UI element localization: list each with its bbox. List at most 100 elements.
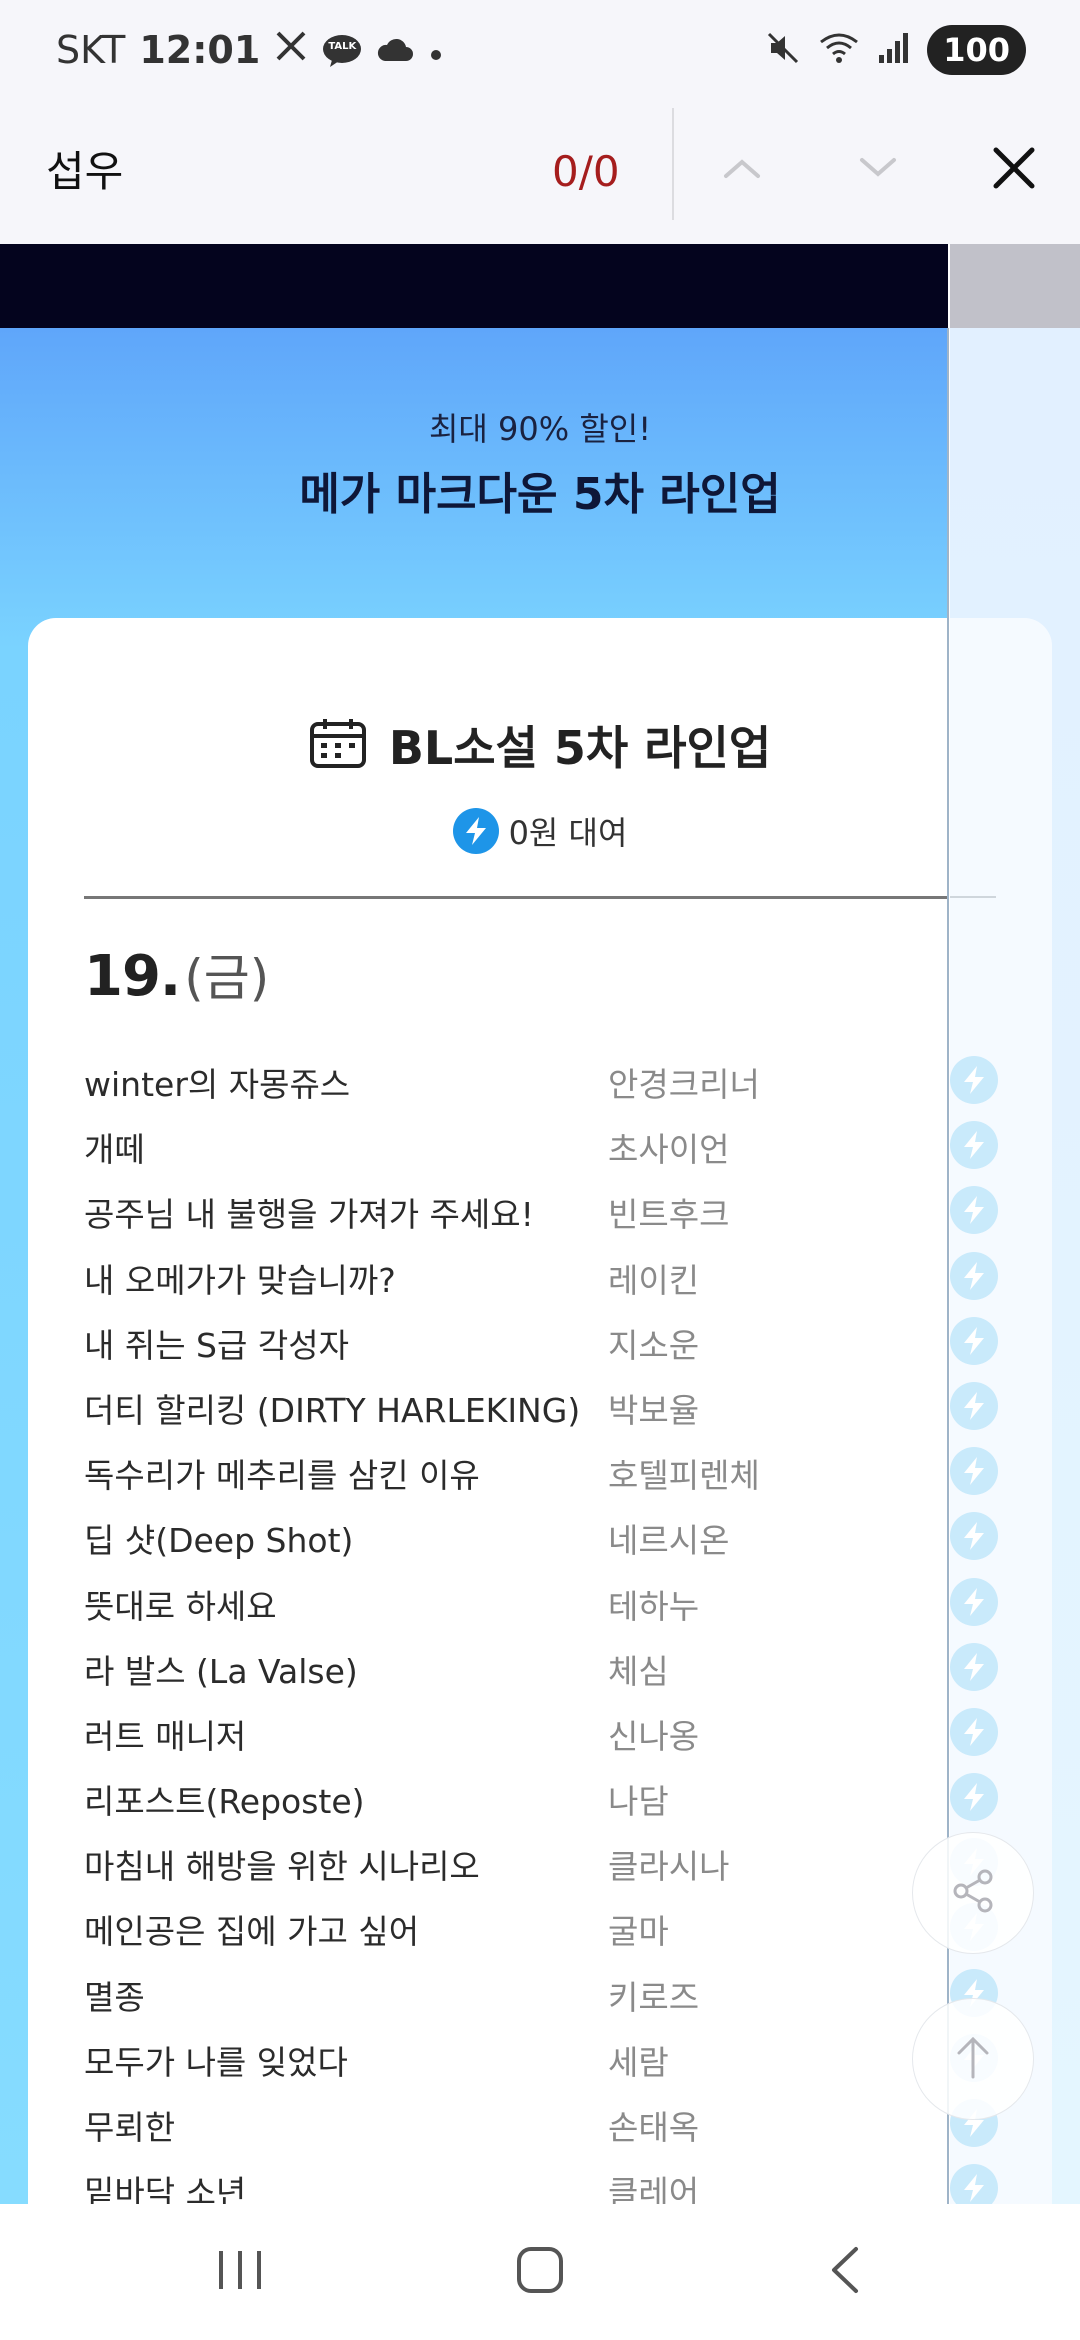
book-author: 테하누: [608, 1586, 700, 1626]
home-button[interactable]: [490, 2232, 590, 2312]
calendar-icon: [309, 717, 367, 773]
book-title[interactable]: 더티 할리킹 (DIRTY HARLEKING): [84, 1384, 580, 1432]
carrier-label: SKT: [56, 28, 126, 72]
book-row[interactable]: 라 발스 (La Valse) 체심: [84, 1639, 1004, 1704]
book-title[interactable]: 내 쥐는 S급 각성자: [84, 1319, 349, 1367]
book-author: 손태옥: [608, 2108, 700, 2147]
book-title[interactable]: winter의 자몽쥬스: [84, 1058, 350, 1106]
lightning-icon: [950, 1512, 998, 1561]
lineup-title: BL소설 5차 라인업: [388, 721, 772, 775]
book-author: 레이킨: [608, 1260, 700, 1300]
book-title[interactable]: 러트 매니저: [84, 1710, 246, 1758]
status-right: 100: [765, 24, 1026, 76]
book-row[interactable]: 개떼 초사이언: [84, 1117, 1004, 1182]
chevron-up-icon: [722, 156, 762, 184]
previous-match-button[interactable]: [702, 130, 782, 210]
book-title[interactable]: 모두가 나를 잊었다: [84, 2036, 348, 2084]
recent-apps-button[interactable]: [190, 2232, 290, 2312]
home-icon: [515, 2245, 565, 2299]
date-number: 19.: [84, 944, 181, 1009]
book-row[interactable]: 내 쥐는 S급 각성자 지소운: [84, 1313, 1004, 1378]
date-heading: 19. (금): [84, 938, 269, 1010]
book-author: 네르시온: [608, 1521, 730, 1561]
book-list: winter의 자몽쥬스 안경크리너개떼 초사이언공주님 내 불행을 가져가 주세요…: [84, 1052, 1004, 2204]
top-dark-banner: [0, 244, 948, 328]
lightning-icon: [950, 1707, 998, 1756]
book-row[interactable]: 딥 샷(Deep Shot) 네르시온: [84, 1508, 1004, 1573]
kakaotalk-icon: TALK: [322, 33, 362, 67]
talk-badge-label: TALK: [328, 41, 357, 52]
back-button[interactable]: [794, 2232, 894, 2312]
clock: 12:01: [139, 28, 261, 72]
lightning-icon: [950, 1316, 998, 1365]
lightning-icon: [950, 1642, 998, 1691]
rental-badge-row: 0원 대여: [0, 808, 1080, 854]
book-title[interactable]: 개떼: [84, 1123, 145, 1171]
book-row[interactable]: 멸종 키로즈: [84, 1965, 1004, 2030]
book-author: 초사이언: [608, 1130, 730, 1170]
book-author: 안경크리너: [608, 1065, 760, 1104]
book-title[interactable]: 공주님 내 불행을 가져가 주세요!: [84, 1188, 534, 1236]
lightning-icon: [950, 1381, 998, 1430]
status-left: SKT 12:01 TALK: [56, 24, 444, 76]
book-title[interactable]: 내 오메가가 맞습니까?: [84, 1254, 396, 1302]
book-author: 나담: [608, 1782, 669, 1822]
book-title[interactable]: 밑바닥 소년: [84, 2166, 246, 2204]
book-author: 클레어: [608, 2173, 700, 2204]
find-divider: [672, 108, 674, 220]
book-title[interactable]: 독수리가 메추리를 삼킨 이유: [84, 1449, 480, 1497]
lightning-icon: [950, 1056, 998, 1104]
book-title[interactable]: 뜻대로 하세요: [84, 1580, 277, 1628]
scroll-to-top-button[interactable]: [912, 1998, 1034, 2120]
lightning-icon: [452, 808, 499, 854]
book-row[interactable]: 리포스트(Reposte) 나담: [84, 1769, 1004, 1834]
match-count: 0/0: [552, 147, 620, 196]
share-button[interactable]: [912, 1832, 1034, 1954]
lightning-icon: [950, 1121, 998, 1170]
section-divider-side: [950, 896, 996, 898]
book-author: 체심: [608, 1651, 669, 1691]
book-author: 지소운: [608, 1325, 700, 1365]
book-author: 신나옹: [608, 1716, 700, 1756]
top-dark-banner-side: [950, 244, 1080, 328]
book-row[interactable]: 독수리가 메추리를 삼킨 이유 호텔피렌체: [84, 1443, 1004, 1508]
close-icon: [992, 146, 1036, 194]
book-row[interactable]: 공주님 내 불행을 가져가 주세요! 빈트후크: [84, 1182, 1004, 1247]
lightning-icon: [950, 1251, 998, 1300]
book-author: 세람: [608, 2042, 669, 2082]
status-bar: SKT 12:01 TALK 100: [0, 0, 1080, 100]
book-author: 클라시나: [608, 1847, 730, 1887]
book-title[interactable]: 마침내 해방을 위한 시나리오: [84, 1840, 480, 1888]
book-row[interactable]: 뜻대로 하세요 테하누: [84, 1574, 1004, 1639]
book-title[interactable]: 메인공은 집에 가고 싶어: [84, 1905, 419, 1953]
book-row[interactable]: 더티 할리킹 (DIRTY HARLEKING) 박보율: [84, 1378, 1004, 1443]
book-title[interactable]: 무뢰한: [84, 2101, 175, 2149]
book-title[interactable]: 멸종: [84, 1971, 145, 2019]
promo-title: 메가 마크다운 5차 라인업: [299, 469, 781, 520]
recent-apps-icon: [215, 2247, 265, 2297]
find-input[interactable]: 섭우: [46, 100, 123, 244]
lightning-icon: [950, 1773, 998, 1822]
book-author: 키로즈: [608, 1977, 700, 2017]
lightning-icon: [950, 1577, 998, 1626]
book-row[interactable]: 밑바닥 소년 클레어: [84, 2160, 1004, 2204]
share-icon: [949, 1867, 997, 1919]
book-title[interactable]: 딥 샷(Deep Shot): [84, 1514, 353, 1562]
close-find-button[interactable]: [974, 130, 1054, 210]
cloud-icon: [376, 28, 414, 72]
book-author: 박보율: [608, 1390, 700, 1430]
next-match-button[interactable]: [838, 130, 918, 210]
lightning-icon: [950, 2164, 998, 2204]
book-title[interactable]: 라 발스 (La Valse): [84, 1645, 358, 1693]
lineup-header: BL소설 5차 라인업: [0, 712, 1080, 778]
book-row[interactable]: 내 오메가가 맞습니까? 레이킨: [84, 1248, 1004, 1313]
book-row[interactable]: 마침내 해방을 위한 시나리오 클라시나: [84, 1834, 1004, 1899]
book-row[interactable]: winter의 자몽쥬스 안경크리너: [84, 1052, 1004, 1117]
book-row[interactable]: 메인공은 집에 가고 싶어 굴마: [84, 1899, 1004, 1964]
wifi-icon: [817, 30, 861, 70]
web-content[interactable]: 최대 90% 할인! 메가 마크다운 5차 라인업 BL소설 5차 라인업 0원…: [0, 244, 1080, 2204]
book-title[interactable]: 리포스트(Reposte): [84, 1775, 365, 1823]
book-row[interactable]: 무뢰한 손태옥: [84, 2095, 1004, 2160]
book-row[interactable]: 모두가 나를 잊었다 세람: [84, 2030, 1004, 2095]
book-row[interactable]: 러트 매니저 신나옹: [84, 1704, 1004, 1769]
